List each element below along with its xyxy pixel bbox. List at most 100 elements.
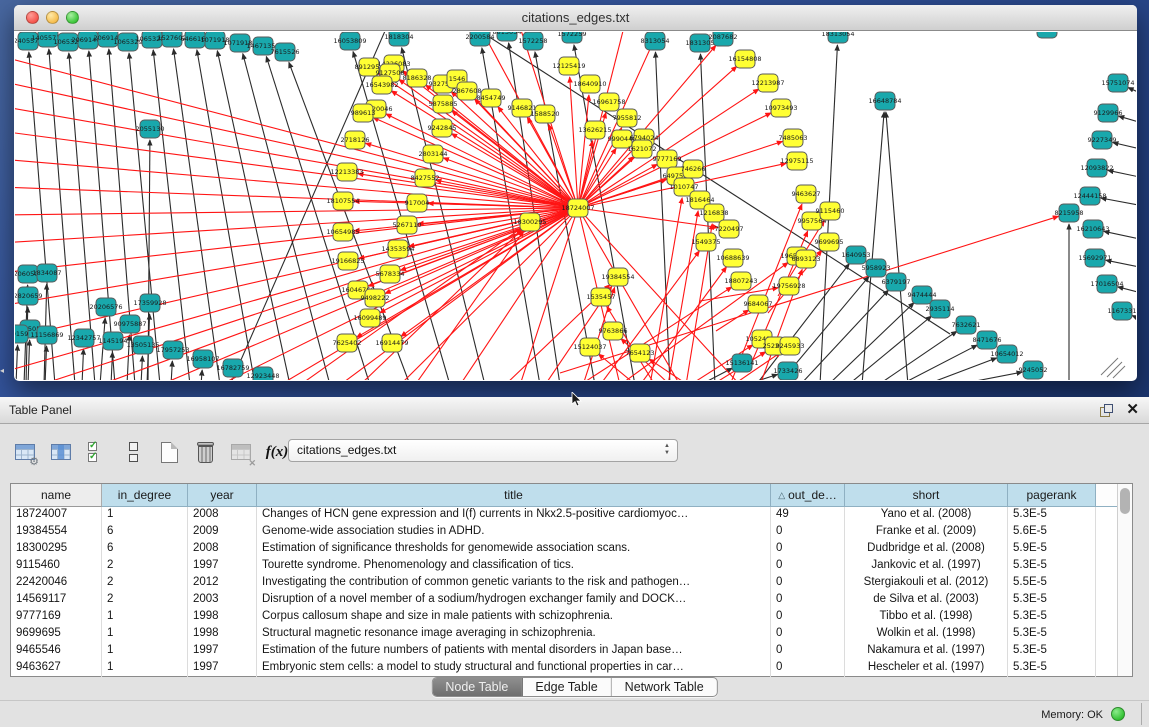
table-cell[interactable]: 9699695 xyxy=(11,626,102,643)
network-node[interactable]: 16782759 xyxy=(216,359,249,377)
network-window[interactable]: citations_edges.txt 24055711405571710653… xyxy=(14,5,1137,381)
table-cell[interactable]: Yano et al. (2008) xyxy=(845,507,1008,524)
table-row[interactable]: 946362711997Embryonic stem cells: a mode… xyxy=(11,660,1132,677)
table-cell[interactable]: 5.6E-5 xyxy=(1008,524,1096,541)
network-node[interactable]: 17957253 xyxy=(156,341,189,359)
network-node[interactable]: 5958923 xyxy=(862,259,891,277)
table-cell[interactable]: 2 xyxy=(102,575,188,592)
table-row[interactable]: 2242004622012Investigating the contribut… xyxy=(11,575,1132,592)
network-node[interactable]: 90975887 xyxy=(113,315,146,333)
network-node[interactable]: 12213987 xyxy=(751,74,784,92)
table-cell[interactable]: Jankovic et al. (1997) xyxy=(845,558,1008,575)
network-edge[interactable] xyxy=(415,231,524,380)
table-cell[interactable]: 0 xyxy=(771,541,845,558)
table-cell[interactable]: 2008 xyxy=(188,541,257,558)
table-cell[interactable]: 5.3E-5 xyxy=(1008,660,1096,677)
table-cell[interactable]: 5.3E-5 xyxy=(1008,643,1096,660)
table-cell[interactable]: 0 xyxy=(771,643,845,660)
network-edge[interactable] xyxy=(655,52,670,380)
table-cell[interactable]: 0 xyxy=(771,626,845,643)
network-node[interactable]: 5678334 xyxy=(376,265,405,283)
network-node[interactable]: 917004 xyxy=(405,194,430,212)
tab-node-table[interactable]: Node Table xyxy=(432,678,522,696)
network-edge[interactable] xyxy=(15,208,578,215)
network-edge[interactable] xyxy=(201,370,202,380)
network-node[interactable]: 16053809 xyxy=(333,32,366,50)
table-cell[interactable]: 0 xyxy=(771,558,845,575)
table-cell[interactable]: Structural magnetic resonance image aver… xyxy=(257,626,771,643)
network-node[interactable]: 12093822 xyxy=(1080,159,1113,177)
table-cell[interactable]: Embryonic stem cells: a model to study s… xyxy=(257,660,771,677)
panel-collapse-arrow-icon[interactable]: ◂ xyxy=(0,366,4,375)
table-cell[interactable]: 0 xyxy=(771,524,845,541)
network-edge[interactable] xyxy=(1119,116,1136,125)
network-node[interactable]: 1145194 xyxy=(99,332,128,350)
table-cell[interactable]: 0 xyxy=(771,575,845,592)
network-node[interactable]: 2803144 xyxy=(419,145,448,163)
network-edge[interactable] xyxy=(28,340,30,380)
table-row[interactable]: 1456911722003Disruption of a novel membe… xyxy=(11,592,1132,609)
close-panel-icon[interactable]: ✕ xyxy=(1126,400,1139,418)
function-builder-button[interactable]: f(x) xyxy=(264,439,290,465)
import-table-button[interactable]: ✕ xyxy=(228,439,254,465)
close-window-icon[interactable] xyxy=(26,11,39,24)
table-cell[interactable]: 1998 xyxy=(188,626,257,643)
network-window-titlebar[interactable]: citations_edges.txt xyxy=(14,5,1137,31)
network-node[interactable]: 17016504 xyxy=(1090,275,1123,293)
network-node[interactable]: 16958107 xyxy=(186,350,219,368)
network-node[interactable]: 9684067 xyxy=(744,295,773,313)
network-node[interactable]: 9227349 xyxy=(1088,131,1117,149)
network-edge[interactable] xyxy=(40,208,578,380)
tab-network-table[interactable]: Network Table xyxy=(612,678,717,696)
table-row[interactable]: 1872400712008Changes of HCN gene express… xyxy=(11,507,1132,524)
table-cell[interactable]: 18300295 xyxy=(11,541,102,558)
network-edge[interactable] xyxy=(15,187,578,208)
table-cell[interactable]: 5.5E-5 xyxy=(1008,575,1096,592)
network-node[interactable]: 9777169 xyxy=(653,150,682,168)
network-edge[interactable] xyxy=(153,50,190,380)
network-node[interactable]: 746266 xyxy=(681,160,706,178)
table-cell[interactable]: 2012 xyxy=(188,575,257,592)
network-node[interactable]: 16154808 xyxy=(728,50,761,68)
table-cell[interactable]: 5.3E-5 xyxy=(1008,592,1096,609)
table-cell[interactable]: Tourette syndrome. Phenomenology and cla… xyxy=(257,558,771,575)
network-node[interactable]: 15124037 xyxy=(573,338,606,356)
network-edge[interactable] xyxy=(1118,287,1136,295)
network-node[interactable]: 7955812 xyxy=(613,109,642,127)
network-canvas[interactable]: 2405571140557171065328206914062069141106… xyxy=(15,32,1136,380)
network-node[interactable]: 19756928 xyxy=(772,277,805,295)
network-edge[interactable] xyxy=(925,358,997,380)
network-node[interactable]: 18107554 xyxy=(326,192,359,210)
table-cell[interactable]: 1 xyxy=(102,626,188,643)
table-cell[interactable]: 1 xyxy=(102,507,188,524)
network-node[interactable]: 5875885 xyxy=(429,95,458,113)
network-edge[interactable] xyxy=(668,211,698,380)
network-node[interactable]: 8813054 xyxy=(493,32,522,41)
table-settings-button[interactable]: ⚙ xyxy=(12,439,38,465)
network-node[interactable]: 8427552 xyxy=(411,169,440,187)
float-panel-icon[interactable] xyxy=(1100,404,1113,417)
network-node[interactable]: 1549375 xyxy=(692,233,721,251)
table-cell[interactable]: 2 xyxy=(102,592,188,609)
network-edge[interactable] xyxy=(955,372,1022,380)
network-node[interactable]: 1572259 xyxy=(558,32,587,43)
network-node[interactable]: 14353594 xyxy=(381,240,414,258)
network-node[interactable]: 2200584 xyxy=(466,32,495,46)
network-node[interactable]: 2820659 xyxy=(15,287,42,305)
table-cell[interactable]: 5.9E-5 xyxy=(1008,541,1096,558)
table-cell[interactable]: 0 xyxy=(771,592,845,609)
column-header-in_degree[interactable]: in_degree xyxy=(102,484,188,507)
table-cell[interactable]: 14569117 xyxy=(11,592,102,609)
table-cell[interactable]: Estimation of the future numbers of pati… xyxy=(257,643,771,660)
table-cell[interactable]: 6 xyxy=(102,524,188,541)
table-row[interactable]: 1938455462009Genome-wide association stu… xyxy=(11,524,1132,541)
table-cell[interactable]: de Silva et al. (2003) xyxy=(845,592,1008,609)
network-node[interactable]: 16210643 xyxy=(1076,220,1109,238)
table-select-dropdown[interactable]: citations_edges.txt ▲▼ xyxy=(288,439,678,462)
table-cell[interactable]: Franke et al. (2009) xyxy=(845,524,1008,541)
table-cell[interactable]: Stergiakouli et al. (2012) xyxy=(845,575,1008,592)
table-cell[interactable]: Estimation of significance thresholds fo… xyxy=(257,541,771,558)
network-node[interactable]: 19166825 xyxy=(331,252,364,270)
table-cell[interactable]: 1997 xyxy=(188,558,257,575)
column-header-year[interactable]: year xyxy=(188,484,257,507)
